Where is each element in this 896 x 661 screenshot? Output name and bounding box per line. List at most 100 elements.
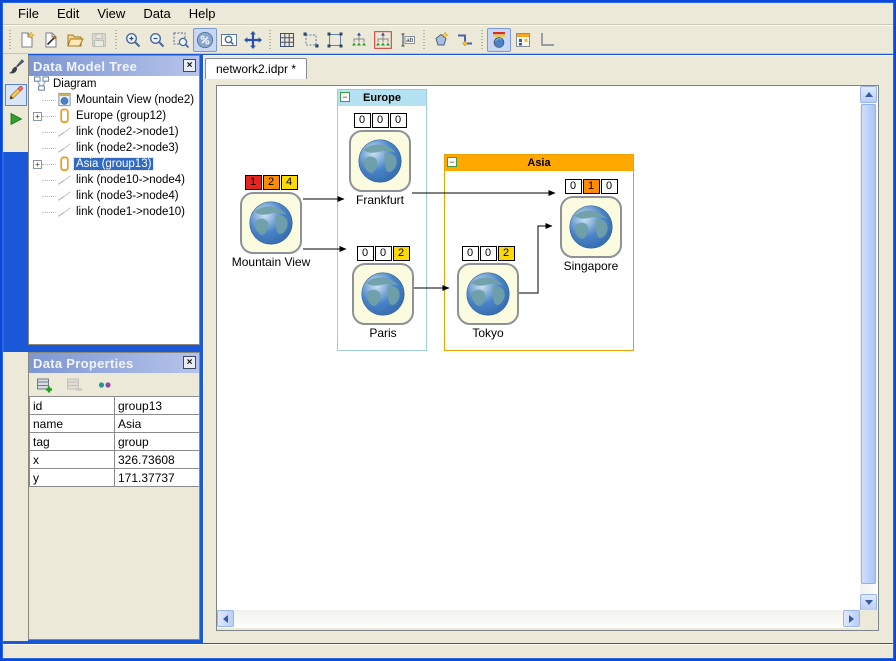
- select-mode-button[interactable]: [299, 28, 323, 52]
- prop-key[interactable]: tag: [30, 433, 115, 451]
- tree-layout-alt-button[interactable]: [371, 28, 395, 52]
- tree-item-europe-group12[interactable]: +Europe (group12): [29, 108, 199, 124]
- toolbar-drag-handle[interactable]: [422, 30, 426, 50]
- tree-connector: [42, 196, 56, 197]
- add-property-button[interactable]: [33, 373, 57, 397]
- menu-file[interactable]: File: [9, 4, 48, 23]
- collapse-icon[interactable]: −: [447, 157, 457, 167]
- tree-item-label: link (node2->node3): [74, 142, 181, 154]
- globe-icon[interactable]: [560, 196, 622, 258]
- prop-value[interactable]: 171.37737: [115, 469, 200, 487]
- prop-key[interactable]: id: [30, 397, 115, 415]
- node-frankfurt[interactable]: 000Frankfurt: [348, 113, 412, 207]
- tree-item-label: link (node10->node4): [74, 174, 187, 186]
- scroll-up-button[interactable]: [860, 86, 877, 103]
- prop-value[interactable]: 326.73608: [115, 451, 200, 469]
- tree-item-link-node1-node10[interactable]: link (node1->node10): [29, 204, 199, 220]
- expand-icon[interactable]: +: [33, 160, 42, 169]
- tree-panel-titlebar[interactable]: Data Model Tree ×: [29, 56, 199, 76]
- prop-key[interactable]: y: [30, 469, 115, 487]
- prop-key[interactable]: x: [30, 451, 115, 469]
- tree-item-mountain-view-node2[interactable]: Mountain View (node2): [29, 92, 199, 108]
- menu-edit[interactable]: Edit: [48, 4, 88, 23]
- create-node-button[interactable]: [429, 28, 453, 52]
- run-button[interactable]: [5, 110, 27, 132]
- diagram-canvas[interactable]: −Europe−Asia124Mountain View000Frankfurt…: [217, 86, 860, 611]
- toolbar-drag-handle[interactable]: [480, 30, 484, 50]
- toolbar-drag-handle[interactable]: [268, 30, 272, 50]
- node-mountain-view[interactable]: 124Mountain View: [239, 175, 303, 269]
- save-button[interactable]: [87, 28, 111, 52]
- vertical-scrollbar[interactable]: [860, 86, 878, 611]
- globe-icon[interactable]: [457, 263, 519, 325]
- tree-item-diagram[interactable]: Diagram: [29, 76, 199, 92]
- props-panel-titlebar[interactable]: Data Properties ×: [29, 353, 199, 373]
- label-edit-button[interactable]: ab: [395, 28, 419, 52]
- expand-icon[interactable]: +: [33, 112, 42, 121]
- horizontal-scrollbar[interactable]: [217, 610, 860, 628]
- prop-value[interactable]: Asia: [115, 415, 200, 433]
- pan-button[interactable]: [241, 28, 265, 52]
- new-button[interactable]: [15, 28, 39, 52]
- menu-help[interactable]: Help: [180, 4, 225, 23]
- prop-value[interactable]: group13: [115, 397, 200, 415]
- node-paris[interactable]: 002Paris: [351, 246, 415, 340]
- props-body: idgroup13nameAsiataggroupx326.73608y171.…: [29, 396, 199, 639]
- map-node-template-button[interactable]: [487, 28, 511, 52]
- tree-link-icon: [56, 172, 73, 188]
- tree-item-link-node2-node1[interactable]: link (node2->node1): [29, 124, 199, 140]
- tree-item-link-node10-node4[interactable]: link (node10->node4): [29, 172, 199, 188]
- node-singapore[interactable]: 010Singapore: [559, 179, 623, 273]
- edit-mode-button[interactable]: [323, 28, 347, 52]
- wizard-button[interactable]: [39, 28, 63, 52]
- menu-data[interactable]: Data: [134, 4, 179, 23]
- pan-icon: [244, 31, 262, 49]
- scroll-left-button[interactable]: [217, 610, 234, 627]
- toolbar-drag-handle[interactable]: [114, 30, 118, 50]
- data-properties-panel: Data Properties × idgroup13nameAsiataggr…: [28, 352, 200, 640]
- group-template-button[interactable]: [511, 28, 535, 52]
- create-link-button[interactable]: [453, 28, 477, 52]
- chevron-down-icon: [865, 600, 873, 605]
- toolbar-drag-handle[interactable]: [8, 30, 12, 50]
- tab-network2[interactable]: network2.idpr *: [205, 58, 307, 79]
- zoom-fit-button[interactable]: [193, 28, 217, 52]
- zoom-out-button[interactable]: [145, 28, 169, 52]
- scroll-right-button[interactable]: [843, 610, 860, 627]
- zoom-in-button[interactable]: [121, 28, 145, 52]
- node-stats: 002: [456, 246, 520, 262]
- property-dots-button[interactable]: [93, 373, 117, 397]
- stat-box: 1: [245, 175, 262, 190]
- tree-item-asia-group13[interactable]: +Asia (group13): [29, 156, 199, 172]
- scroll-down-button[interactable]: [860, 594, 877, 611]
- node-tokyo[interactable]: 002Tokyo: [456, 246, 520, 340]
- globe-icon[interactable]: [349, 130, 411, 192]
- tree-connector: [42, 100, 56, 101]
- zoom-area-button[interactable]: [169, 28, 193, 52]
- overview-button[interactable]: [217, 28, 241, 52]
- grid-button[interactable]: [275, 28, 299, 52]
- style-brush-button[interactable]: [5, 58, 27, 80]
- tree-link-icon: [56, 124, 73, 140]
- diagram-icon: [33, 76, 50, 92]
- remove-property-button[interactable]: [63, 373, 87, 397]
- edit-pencil-button[interactable]: [5, 84, 27, 106]
- globe-icon[interactable]: [352, 263, 414, 325]
- collapse-icon[interactable]: −: [340, 92, 350, 102]
- remove-row-icon: [66, 376, 84, 394]
- svg-text:ab: ab: [406, 37, 414, 44]
- menu-view[interactable]: View: [88, 4, 134, 23]
- link-template-button[interactable]: [535, 28, 559, 52]
- tree-item-link-node2-node3[interactable]: link (node2->node3): [29, 140, 199, 156]
- tree-item-link-node3-node4[interactable]: link (node3->node4): [29, 188, 199, 204]
- prop-row-tag: taggroup: [30, 433, 200, 451]
- tree-layout-button[interactable]: [347, 28, 371, 52]
- prop-value[interactable]: group: [115, 433, 200, 451]
- vertical-scroll-thumb[interactable]: [861, 104, 876, 584]
- globe-icon[interactable]: [240, 192, 302, 254]
- close-icon[interactable]: ×: [183, 356, 196, 369]
- open-button[interactable]: [63, 28, 87, 52]
- prop-key[interactable]: name: [30, 415, 115, 433]
- group-label: Asia: [527, 157, 550, 169]
- close-icon[interactable]: ×: [183, 59, 196, 72]
